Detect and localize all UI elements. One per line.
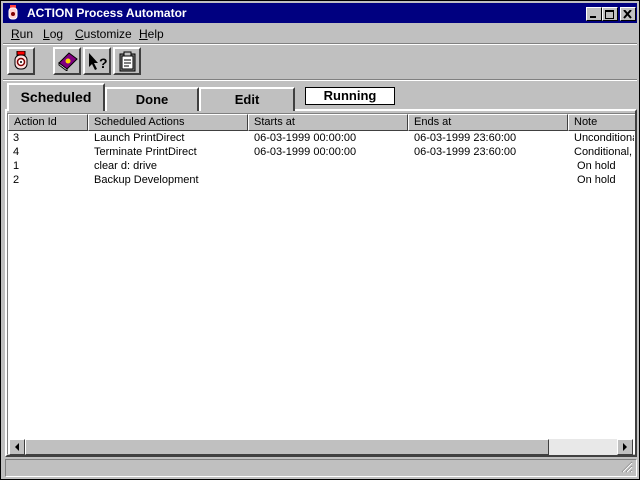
column-header-ends-at[interactable]: Ends at — [408, 114, 568, 131]
cell-scheduled-action: Backup Development — [94, 174, 199, 186]
title-bar[interactable]: ACTION Process Automator — [3, 3, 637, 23]
horizontal-scrollbar[interactable] — [9, 439, 633, 455]
scroll-left-button[interactable] — [9, 439, 25, 455]
minimize-icon — [590, 16, 596, 18]
cell-starts-at: 06-03-1999 00:00:00 — [254, 132, 357, 144]
book-icon — [58, 52, 78, 71]
cell-scheduled-action: Launch PrintDirect — [94, 132, 185, 144]
clipboard-button[interactable] — [113, 47, 141, 75]
toolbar-separator — [3, 79, 637, 81]
scheduled-actions-list[interactable]: Action Id Scheduled Actions Starts at En… — [7, 113, 635, 454]
status-bar — [5, 459, 637, 477]
cell-note: On hold — [574, 174, 616, 186]
status-running: Running — [305, 87, 395, 105]
window-title: ACTION Process Automator — [27, 6, 187, 20]
minimize-button[interactable] — [586, 7, 602, 21]
maximize-icon — [605, 10, 614, 19]
cell-note: On hold — [574, 160, 616, 172]
table-row[interactable]: 3 Launch PrintDirect 06-03-1999 00:00:00… — [8, 131, 634, 145]
table-row[interactable]: 2 Backup Development On hold — [8, 173, 634, 187]
maximize-button[interactable] — [602, 7, 618, 21]
arrow-left-icon — [15, 443, 19, 451]
table-row[interactable]: 1 clear d: drive On hold — [8, 159, 634, 173]
column-header-scheduled-actions[interactable]: Scheduled Actions — [88, 114, 248, 131]
tab-edit[interactable]: Edit — [199, 87, 295, 111]
svg-text:?: ? — [99, 55, 108, 71]
tab-scheduled[interactable]: Scheduled — [7, 83, 105, 111]
menu-bar: Run Log Customize Help — [3, 24, 637, 44]
cell-ends-at: 06-03-1999 23:60:00 — [414, 132, 517, 144]
cell-scheduled-action: clear d: drive — [94, 160, 157, 172]
column-header-starts-at[interactable]: Starts at — [248, 114, 408, 131]
application-window: ACTION Process Automator Run Log Customi… — [0, 0, 640, 480]
cell-action-id: 3 — [13, 132, 20, 144]
column-header-note[interactable]: Note — [568, 114, 635, 131]
cell-action-id: 1 — [13, 160, 20, 172]
cell-starts-at: 06-03-1999 00:00:00 — [254, 146, 357, 158]
table-row[interactable]: 4 Terminate PrintDirect 06-03-1999 00:00… — [8, 145, 634, 159]
scrollbar-thumb[interactable] — [25, 439, 549, 455]
close-button[interactable] — [620, 7, 636, 21]
menu-separator — [3, 43, 637, 45]
app-icon — [8, 5, 18, 20]
help-pointer-icon: ? — [89, 53, 108, 71]
context-help-button[interactable]: ? — [83, 47, 111, 75]
cell-action-id: 4 — [13, 146, 20, 158]
cell-ends-at: 06-03-1999 23:60:00 — [414, 146, 517, 158]
menu-log[interactable]: Log — [43, 27, 63, 41]
alarm-clock-icon — [14, 51, 28, 70]
clipboard-icon — [119, 51, 136, 72]
cell-scheduled-action: Terminate PrintDirect — [94, 146, 197, 158]
resize-grip-icon[interactable] — [621, 461, 633, 473]
close-icon — [623, 10, 632, 19]
cell-note: Unconditional — [574, 132, 634, 144]
tab-done[interactable]: Done — [105, 87, 199, 111]
scroll-right-button[interactable] — [617, 439, 633, 455]
cell-note: Conditional, must — [574, 146, 634, 158]
arrow-right-icon — [623, 443, 627, 451]
alarm-button[interactable] — [7, 47, 35, 75]
cell-action-id: 2 — [13, 174, 20, 186]
column-header-action-id[interactable]: Action Id — [8, 114, 88, 131]
menu-help[interactable]: Help — [139, 27, 164, 41]
log-book-button[interactable] — [53, 47, 81, 75]
menu-run[interactable]: Run — [11, 27, 33, 41]
menu-customize[interactable]: Customize — [75, 27, 132, 41]
